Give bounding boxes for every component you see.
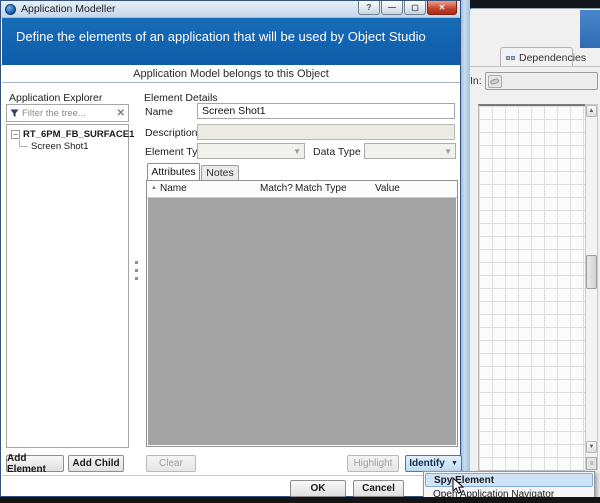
dependencies-tab-label: Dependencies bbox=[519, 52, 586, 64]
column-header-name[interactable]: Name bbox=[160, 183, 187, 194]
tree-connector bbox=[19, 140, 28, 147]
scroll-up-button[interactable]: ▲ bbox=[586, 105, 597, 117]
identify-label: Identify bbox=[409, 458, 445, 469]
chevron-down-icon: ▼ bbox=[444, 147, 452, 156]
subtitle-text: Application Model belongs to this Object bbox=[133, 68, 329, 80]
application-tree[interactable]: − RT_6PM_FB_SURFACE1 Screen Shot1 bbox=[6, 124, 129, 448]
data-type-select[interactable]: ▼ bbox=[364, 143, 456, 159]
tree-node-root[interactable]: − RT_6PM_FB_SURFACE1 bbox=[7, 128, 128, 140]
menu-item-spy-element[interactable]: Spy Element bbox=[425, 473, 593, 487]
clear-button[interactable]: Clear bbox=[146, 455, 196, 472]
banner-text: Define the elements of an application th… bbox=[16, 29, 426, 44]
column-header-match[interactable]: Match? bbox=[260, 183, 293, 194]
mouse-cursor bbox=[452, 477, 465, 500]
sort-ascending-icon: ▲ bbox=[151, 185, 157, 191]
clear-label: Clear bbox=[159, 458, 183, 469]
tree-child-label: Screen Shot1 bbox=[31, 141, 89, 152]
minimize-icon: — bbox=[388, 3, 396, 12]
close-icon: ✕ bbox=[439, 3, 446, 12]
filter-tree-input[interactable] bbox=[22, 108, 114, 119]
scroll-down-icon: ▼ bbox=[589, 444, 595, 450]
column-header-value[interactable]: Value bbox=[375, 183, 400, 194]
help-button[interactable]: ? bbox=[358, 1, 380, 15]
clear-filter-icon[interactable]: ✕ bbox=[117, 108, 125, 119]
tab-attributes[interactable]: Attributes bbox=[147, 163, 200, 180]
description-label: Description bbox=[145, 127, 198, 139]
add-child-label: Add Child bbox=[72, 458, 119, 469]
highlight-label: Highlight bbox=[354, 458, 393, 469]
subtitle-bar: Application Model belongs to this Object bbox=[2, 65, 460, 83]
add-element-label: Add Element bbox=[7, 453, 63, 475]
application-explorer-title: Application Explorer bbox=[9, 92, 102, 104]
app-icon bbox=[5, 4, 16, 15]
chevron-down-icon: ▼ bbox=[451, 460, 458, 467]
banner: Define the elements of an application th… bbox=[2, 18, 460, 65]
window-edge-strip bbox=[460, 0, 470, 503]
tab-underline bbox=[469, 66, 600, 67]
help-icon: ? bbox=[367, 3, 372, 12]
tab-notes-label: Notes bbox=[206, 167, 233, 179]
vertical-scrollbar-thumb[interactable] bbox=[586, 255, 597, 289]
ok-button[interactable]: OK bbox=[290, 480, 346, 497]
identify-button[interactable]: Identify bbox=[405, 455, 449, 472]
ok-label: OK bbox=[311, 483, 326, 494]
description-input[interactable] bbox=[197, 124, 455, 140]
bottom-dark-strip bbox=[0, 497, 600, 503]
name-label: Name bbox=[145, 106, 173, 118]
window-title: Application Modeller bbox=[21, 3, 116, 15]
dependencies-icon bbox=[506, 56, 515, 60]
grip-icon: ≡ bbox=[590, 461, 594, 467]
minimize-button[interactable]: — bbox=[381, 1, 403, 15]
scroll-up-icon: ▲ bbox=[589, 108, 595, 114]
attributes-table-body bbox=[148, 198, 456, 445]
element-type-select[interactable]: ▼ bbox=[197, 143, 305, 159]
tab-attributes-label: Attributes bbox=[151, 166, 195, 178]
application-modeller-dialog: Application Modeller ? — ▢ ✕ Define the … bbox=[0, 0, 461, 497]
tree-node-child[interactable]: Screen Shot1 bbox=[7, 140, 128, 152]
data-type-label: Data Type bbox=[313, 146, 361, 158]
filter-funnel-icon bbox=[10, 109, 19, 118]
highlight-button[interactable]: Highlight bbox=[347, 455, 399, 472]
attributes-table-header: ▲ Name Match? Match Type Value bbox=[147, 181, 457, 198]
eraser-icon[interactable] bbox=[488, 75, 502, 88]
add-element-button[interactable]: Add Element bbox=[6, 455, 64, 472]
resize-grip[interactable]: ≡ bbox=[586, 457, 597, 470]
add-child-button[interactable]: Add Child bbox=[68, 455, 124, 472]
tab-notes[interactable]: Notes bbox=[201, 165, 239, 180]
identify-dropdown-button[interactable]: ▼ bbox=[448, 455, 462, 472]
attributes-table: ▲ Name Match? Match Type Value bbox=[146, 180, 458, 447]
maximize-icon: ▢ bbox=[411, 3, 419, 12]
footer-separator bbox=[2, 475, 460, 476]
background-blue-patch bbox=[580, 10, 600, 48]
maximize-button[interactable]: ▢ bbox=[404, 1, 426, 15]
tree-root-label: RT_6PM_FB_SURFACE1 bbox=[23, 129, 134, 140]
tab-dependencies[interactable]: Dependencies bbox=[500, 47, 573, 67]
cancel-button[interactable]: Cancel bbox=[353, 480, 404, 497]
cancel-label: Cancel bbox=[362, 483, 395, 494]
chevron-down-icon: ▼ bbox=[293, 147, 301, 156]
in-filter-input[interactable] bbox=[485, 72, 598, 90]
column-header-match-type[interactable]: Match Type bbox=[295, 183, 347, 194]
screen: Dependencies In: ▲ ▼ ≡ ▶ Application Mod… bbox=[0, 0, 600, 503]
filter-tree-box[interactable]: ✕ bbox=[6, 104, 129, 122]
scroll-down-button[interactable]: ▼ bbox=[586, 441, 597, 453]
in-label: In: bbox=[470, 75, 482, 87]
collapse-icon[interactable]: − bbox=[11, 130, 20, 139]
process-grid-canvas bbox=[478, 104, 585, 470]
panel-splitter[interactable] bbox=[132, 92, 141, 448]
name-input[interactable] bbox=[197, 103, 455, 119]
close-button[interactable]: ✕ bbox=[427, 1, 457, 15]
